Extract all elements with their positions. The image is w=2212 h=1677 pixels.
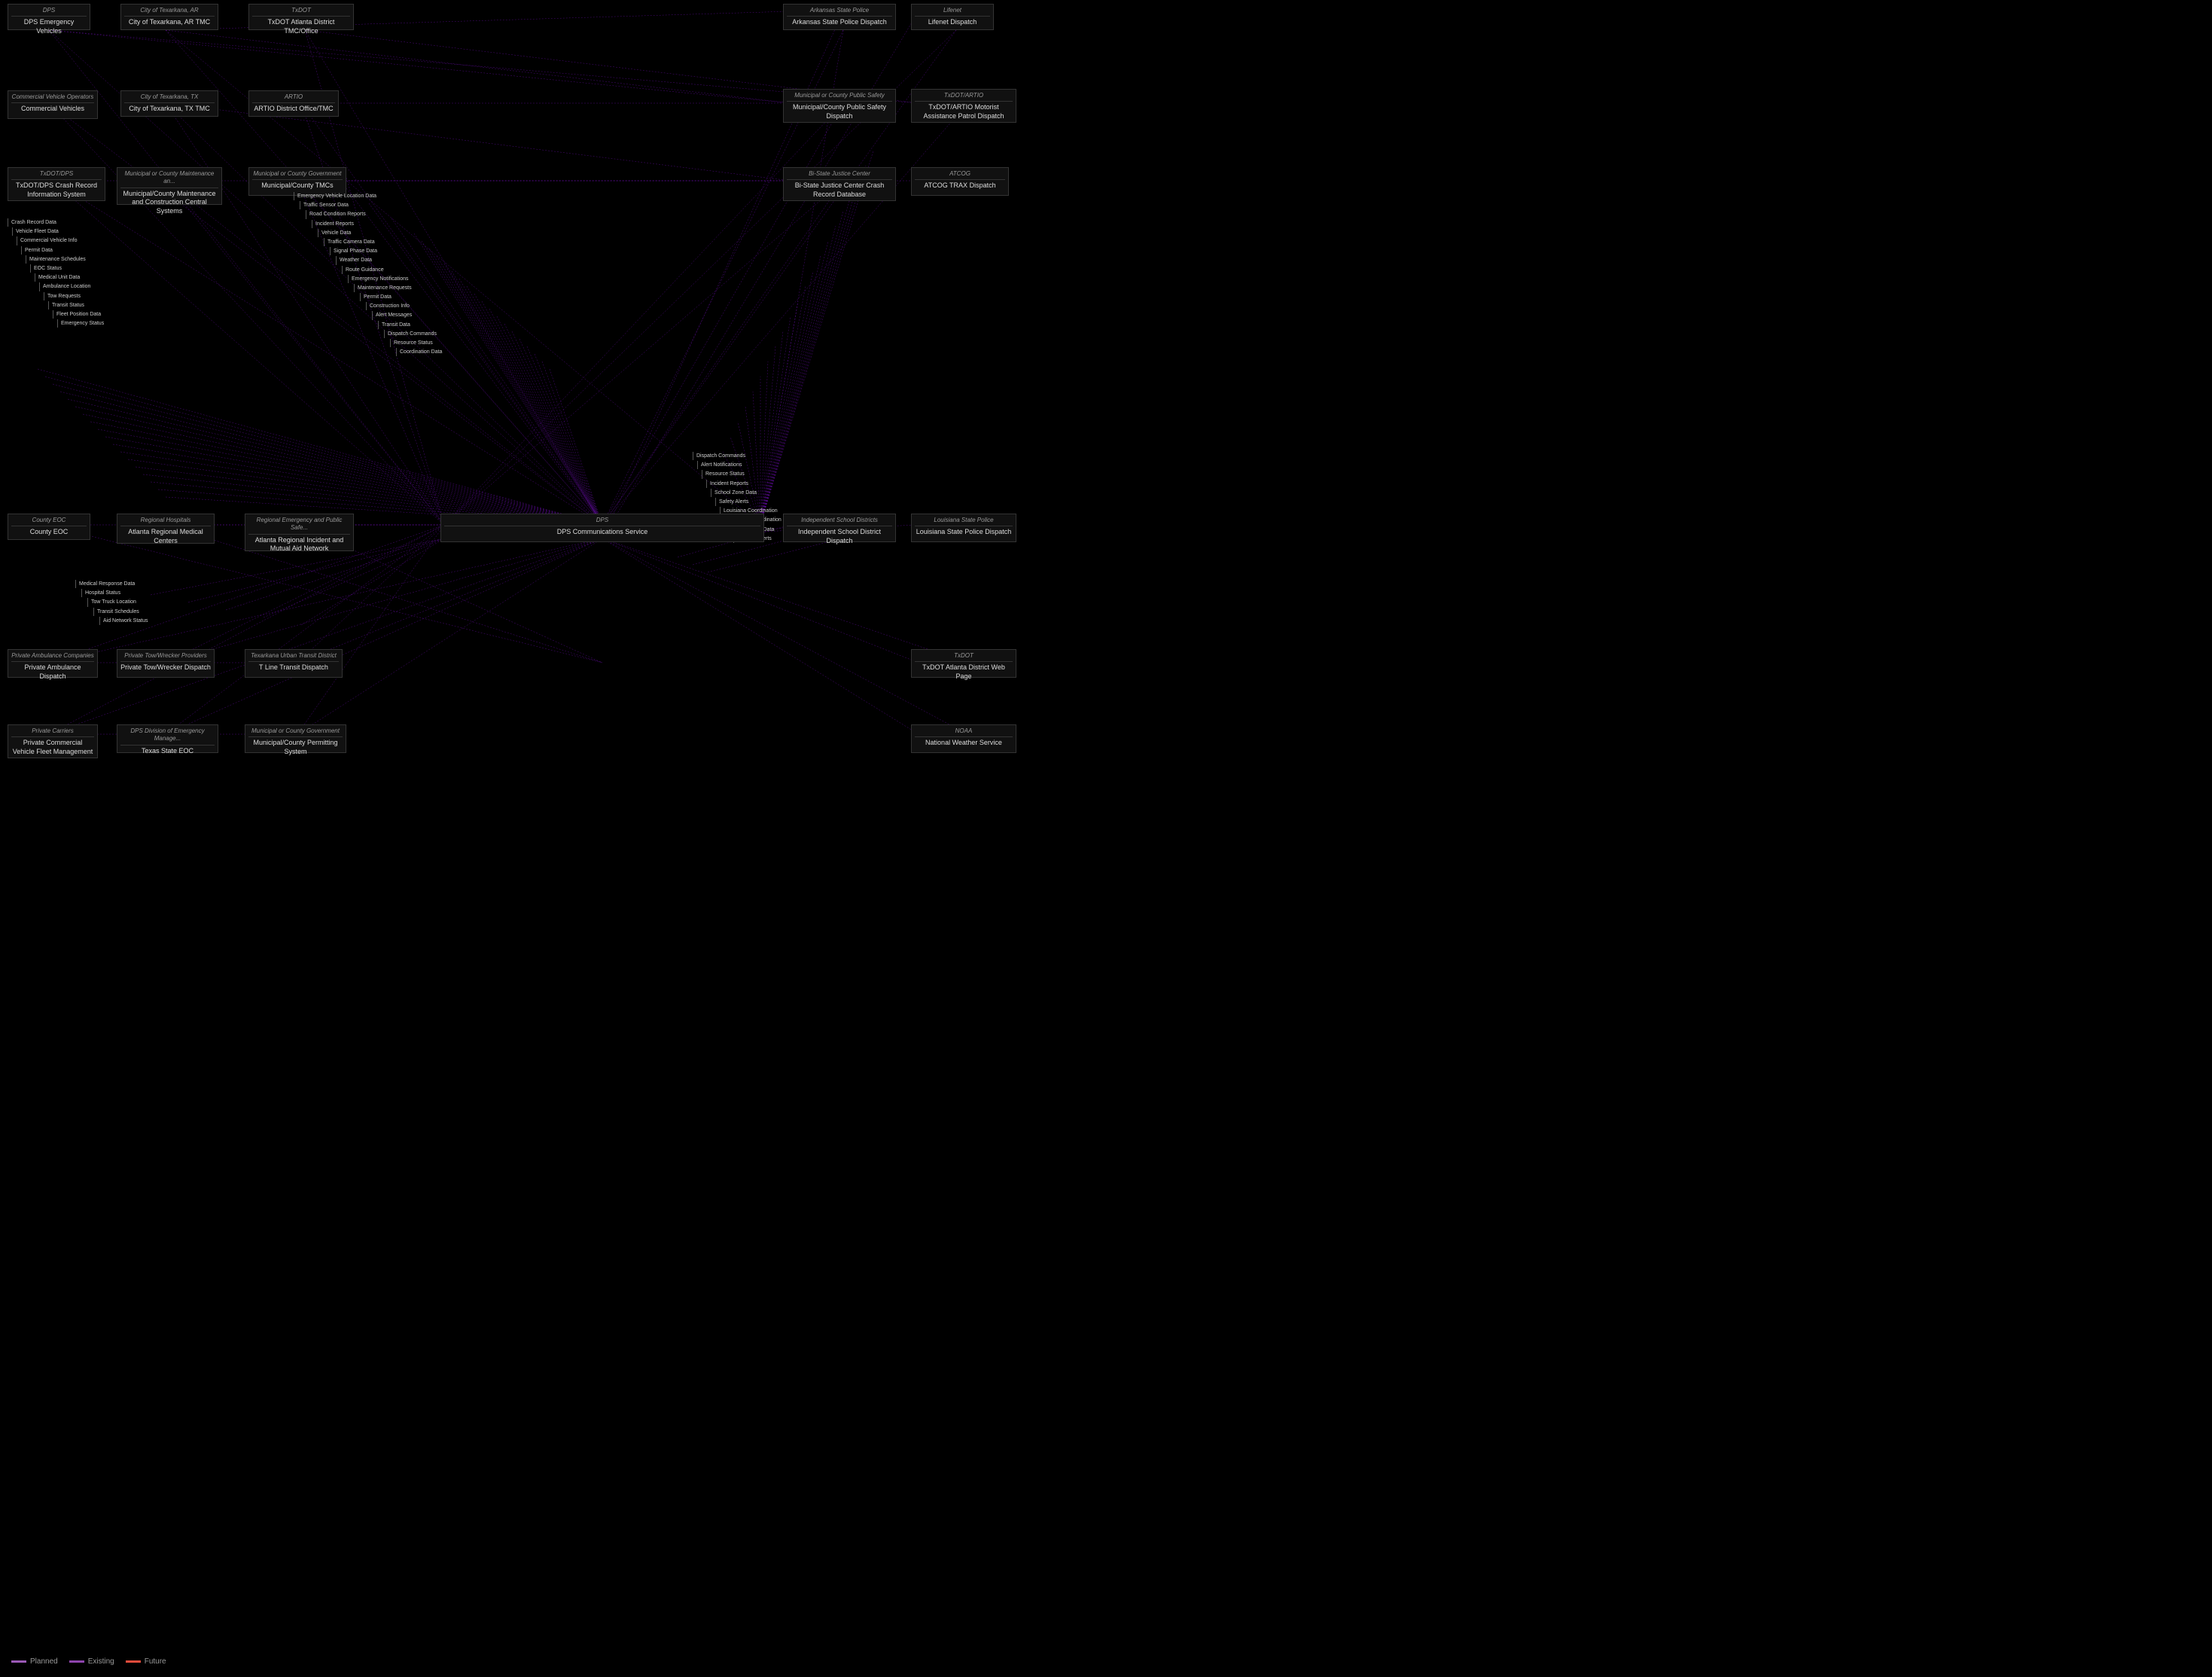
node-txdot-dps-crash: TxDOT/DPS TxDOT/DPS Crash Record Informa… [8,167,105,201]
legend-planned-label: Planned [30,1657,58,1666]
legend-existing-color [69,1660,84,1663]
cascade-labels: Emergency Vehicle Location Data Traffic … [294,192,459,357]
node-louisiana-state-police: Louisiana State Police Louisiana State P… [911,514,1016,542]
legend-future-color [126,1660,141,1663]
node-lifenet: Lifenet Lifenet Dispatch [911,4,994,30]
node-regional-emerg: Regional Emergency and Public Safe... At… [245,514,354,551]
node-county-eoc: County EOC County EOC [8,514,90,540]
node-muni-permitting: Municipal or County Government Municipal… [245,724,346,753]
legend-planned-color [11,1660,26,1663]
node-city-tex-ar: City of Texarkana, AR City of Texarkana,… [120,4,218,30]
node-txdot-web: TxDOT TxDOT Atlanta District Web Page [911,649,1016,678]
node-atcog: ATCOG ATCOG TRAX Dispatch [911,167,1009,196]
node-private-ambulance: Private Ambulance Companies Private Ambu… [8,649,98,678]
node-ark-state-police: Arkansas State Police Arkansas State Pol… [783,4,896,30]
node-muni-public-safety: Municipal or County Public Safety Munici… [783,89,896,123]
node-dps-ev: DPS DPS Emergency Vehicles [8,4,90,30]
node-dps-comm: DPS DPS Communications Service [440,514,764,542]
node-comm-vehicle-ops: Commercial Vehicle Operators Commercial … [8,90,98,119]
node-indep-school: Independent School Districts Independent… [783,514,896,542]
bottom-connection-labels: Medical Response Data Hospital Status To… [75,580,241,626]
legend-existing-label: Existing [88,1657,114,1666]
legend: Planned Existing Future [11,1657,166,1666]
node-txdot-artio-motorist: TxDOT/ARTIO TxDOT/ARTIO Motorist Assista… [911,89,1016,123]
node-bi-state-justice: Bi-State Justice Center Bi-State Justice… [783,167,896,201]
legend-existing: Existing [69,1657,114,1666]
node-artio-tmc: ARTIO ARTIO District Office/TMC [248,90,339,117]
node-noaa: NOAA National Weather Service [911,724,1016,753]
legend-future: Future [126,1657,166,1666]
node-muni-maintenance: Municipal or County Maintenance an... Mu… [117,167,222,205]
node-private-tow: Private Tow/Wrecker Providers Private To… [117,649,215,678]
legend-future-label: Future [145,1657,166,1666]
left-cascade-labels: Crash Record Data Vehicle Fleet Data Com… [8,218,128,328]
node-regional-hospitals: Regional Hospitals Atlanta Regional Medi… [117,514,215,544]
node-city-tex-tx: City of Texarkana, TX City of Texarkana,… [120,90,218,117]
node-private-carriers: Private Carriers Private Commercial Vehi… [8,724,98,758]
node-texarkana-transit: Texarkana Urban Transit District T Line … [245,649,343,678]
legend-planned: Planned [11,1657,58,1666]
node-dps-state-eoc: DPS Division of Emergency Manage... Texa… [117,724,218,753]
node-txdot-atlanta-tmc: TxDOT TxDOT Atlanta District TMC/Office [248,4,354,30]
